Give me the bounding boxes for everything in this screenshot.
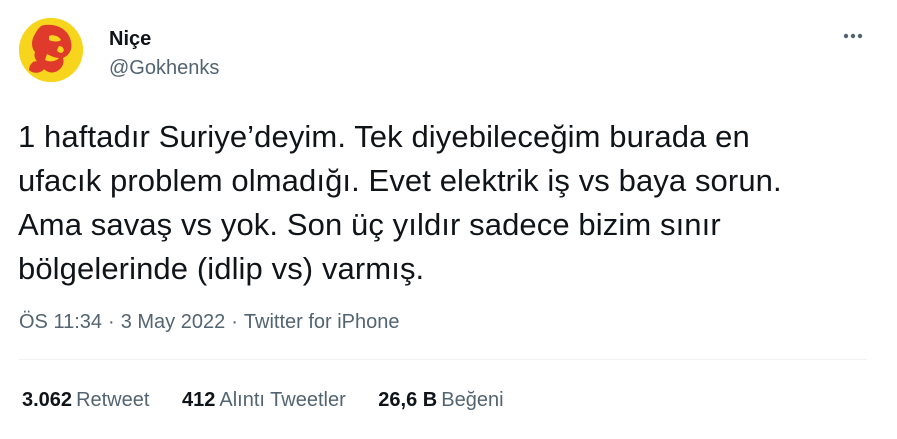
tweet-source-link[interactable]: Twitter for iPhone xyxy=(244,311,400,333)
display-name[interactable]: Niçe xyxy=(109,27,151,51)
tweet-meta: ÖS 11:34 · 3 May 2022 · Twitter for iPhone xyxy=(19,309,400,335)
likes-stat[interactable]: 26,6 B Beğeni xyxy=(378,387,503,413)
tweet-date-link[interactable]: 3 May 2022 xyxy=(121,311,226,333)
tweet-stats: 3.062 Retweet 412 Alıntı Tweetler 26,6 B Be… xyxy=(22,387,531,413)
user-handle[interactable]: @Gokhenks xyxy=(109,56,219,80)
divider xyxy=(19,359,867,360)
meta-separator: · xyxy=(231,311,238,333)
quote-tweets-count: 412 xyxy=(182,389,216,411)
meta-separator: · xyxy=(108,311,115,333)
likes-count: 26,6 B xyxy=(378,389,438,411)
avatar[interactable] xyxy=(19,18,83,82)
retweets-count: 3.062 xyxy=(22,389,73,411)
retweets-stat[interactable]: 3.062 Retweet xyxy=(22,387,149,413)
quote-tweets-stat[interactable]: 412 Alıntı Tweetler xyxy=(182,387,346,413)
tweet-text: 1 haftadır Suriye’deyim. Tek diyebileceğ… xyxy=(18,119,782,286)
more-options-button[interactable] xyxy=(838,24,868,48)
tweet-card: Niçe @Gokhenks 1 haftadır Suriye’deyim. … xyxy=(0,0,897,439)
avatar-image xyxy=(19,18,83,82)
retweets-label: Retweet xyxy=(76,389,150,411)
tweet-time-link[interactable]: ÖS 11:34 xyxy=(19,311,102,333)
quote-tweets-label: Alıntı Tweetler xyxy=(219,389,346,411)
more-horizontal-icon xyxy=(843,33,863,39)
likes-label: Beğeni xyxy=(441,389,504,411)
